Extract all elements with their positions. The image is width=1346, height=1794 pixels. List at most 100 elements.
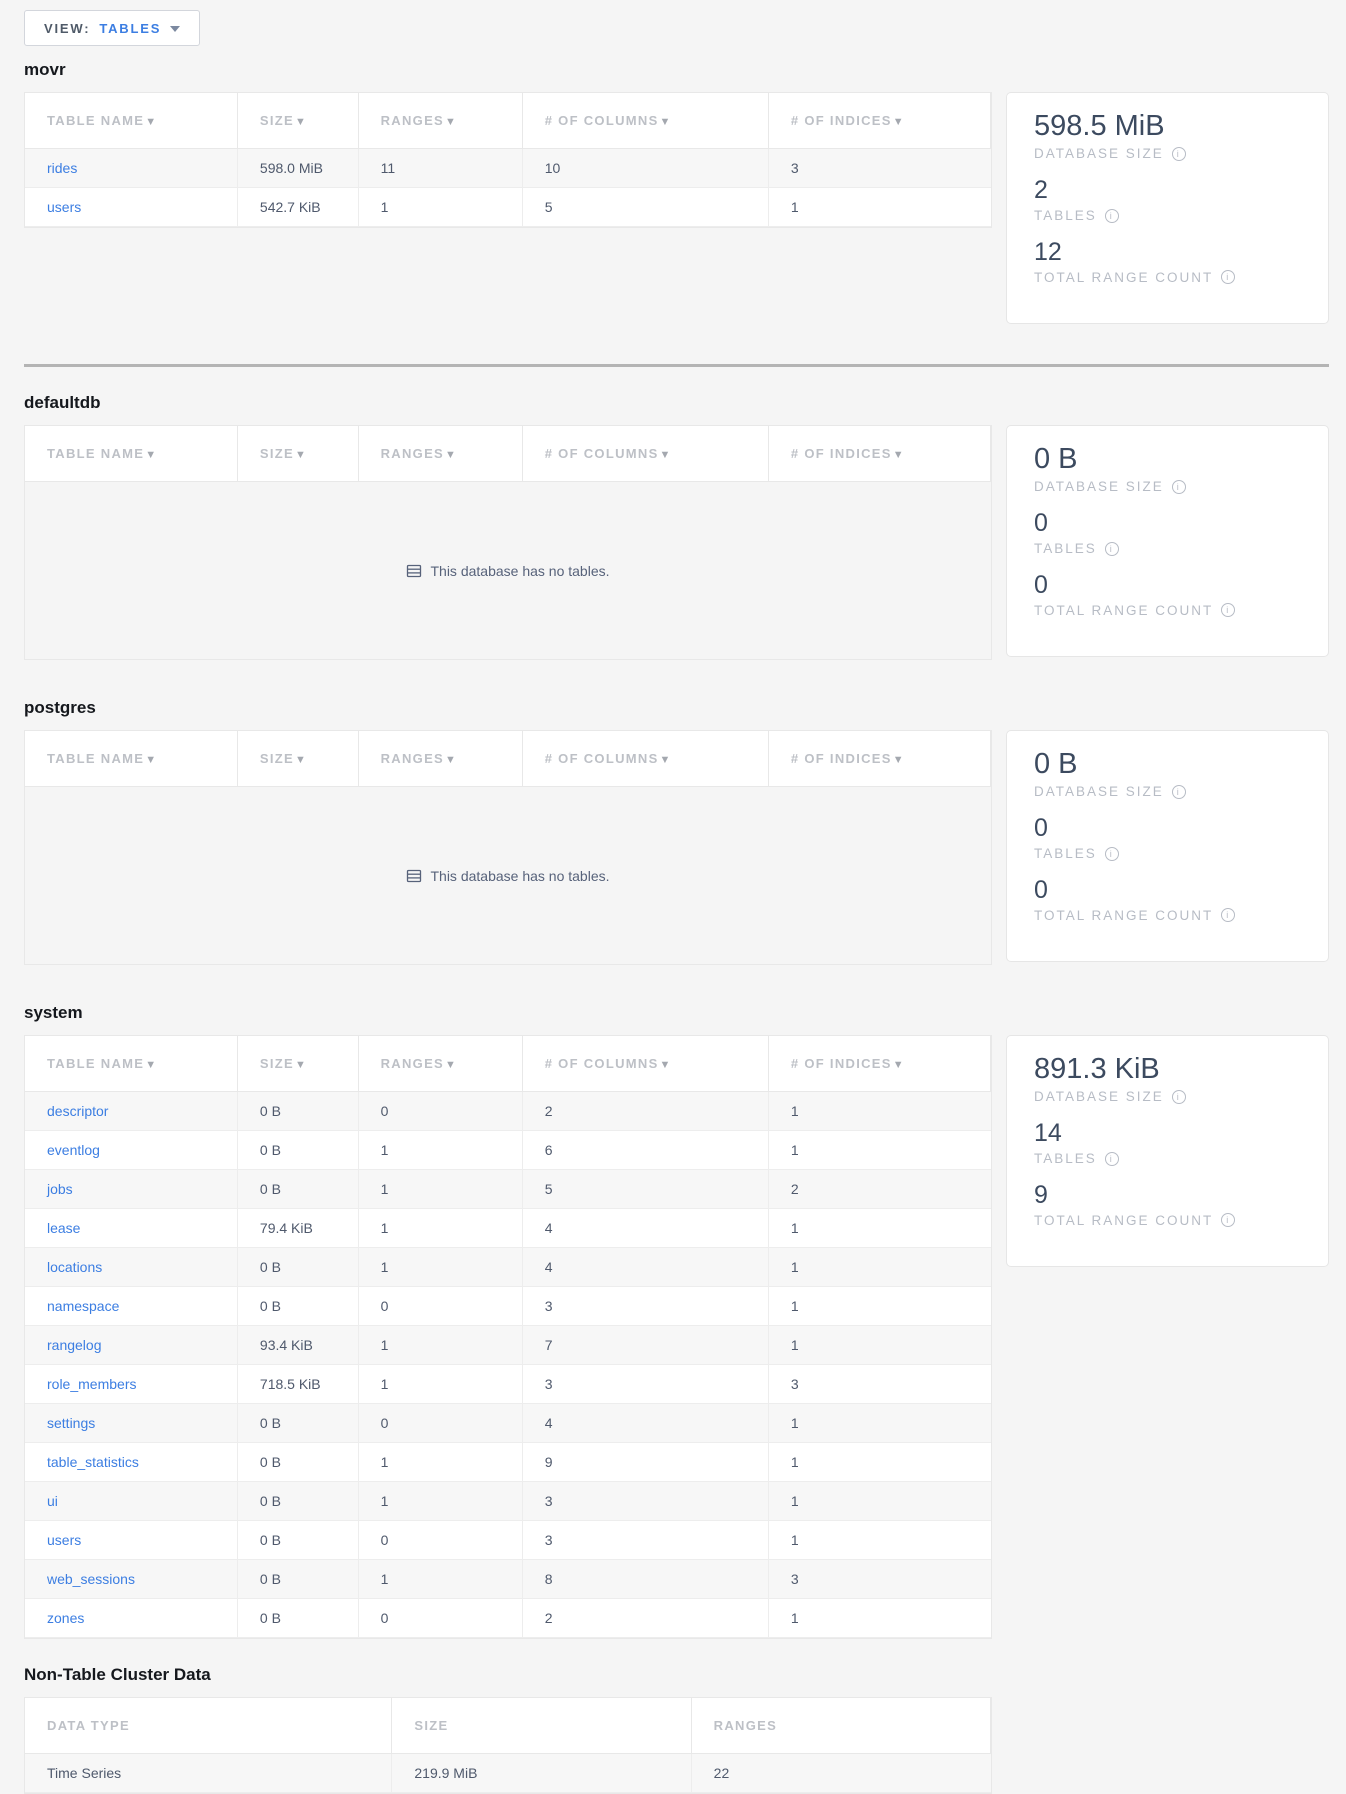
column-header[interactable]: # OF COLUMNS▼ (522, 731, 768, 787)
info-icon[interactable]: i (1221, 908, 1235, 922)
ranges-cell: 1 (358, 1443, 522, 1482)
column-header[interactable]: # OF COLUMNS▼ (522, 93, 768, 149)
table-name-cell: jobs (25, 1170, 237, 1209)
sort-desc-icon: ▼ (445, 116, 457, 128)
table-name-link[interactable]: users (47, 199, 81, 215)
info-icon[interactable]: i (1105, 847, 1119, 861)
table-name-link[interactable]: role_members (47, 1376, 136, 1392)
table-name-link[interactable]: jobs (47, 1181, 73, 1197)
info-icon[interactable]: i (1221, 270, 1235, 284)
stat-label: TOTAL RANGE COUNT (1034, 1213, 1213, 1228)
columns-cell: 5 (522, 188, 768, 227)
size-cell: 542.7 KiB (237, 188, 358, 227)
sort-desc-icon: ▼ (445, 449, 457, 461)
summary-card-defaultdb: 0 B DATABASE SIZEi 0 TABLESi 0 TOTAL RAN… (1006, 425, 1329, 657)
column-header[interactable]: SIZE▼ (237, 1036, 358, 1092)
table-row: web_sessions 0 B 1 8 3 (25, 1560, 991, 1599)
column-header[interactable]: RANGES▼ (358, 93, 522, 149)
ranges-cell: 1 (358, 1248, 522, 1287)
ranges-cell: 22 (691, 1754, 990, 1793)
database-section-system: TABLE NAME▼SIZE▼RANGES▼# OF COLUMNS▼# OF… (24, 1035, 1329, 1639)
info-icon[interactable]: i (1105, 542, 1119, 556)
stat-value: 0 (1034, 509, 1308, 538)
column-header: DATA TYPE (25, 1698, 392, 1754)
sort-desc-icon: ▼ (145, 754, 157, 766)
table-name-link[interactable]: ui (47, 1493, 58, 1509)
table-name-link[interactable]: zones (47, 1610, 84, 1626)
column-header[interactable]: SIZE▼ (237, 731, 358, 787)
info-icon[interactable]: i (1221, 603, 1235, 617)
stat-tables: 0 TABLESi (1034, 509, 1308, 556)
column-header[interactable]: # OF COLUMNS▼ (522, 426, 768, 482)
column-header[interactable]: TABLE NAME▼ (25, 93, 237, 149)
size-cell: 0 B (237, 1131, 358, 1170)
column-header[interactable]: RANGES▼ (358, 1036, 522, 1092)
table-name-cell: web_sessions (25, 1560, 237, 1599)
view-dropdown-value: TABLES (99, 21, 161, 36)
info-icon[interactable]: i (1172, 785, 1186, 799)
sort-desc-icon: ▼ (660, 116, 672, 128)
column-header[interactable]: SIZE▼ (237, 426, 358, 482)
table-name-link[interactable]: rangelog (47, 1337, 102, 1353)
stat-value: 891.3 KiB (1034, 1053, 1308, 1086)
size-cell: 0 B (237, 1482, 358, 1521)
info-icon[interactable]: i (1172, 1090, 1186, 1104)
table-name-cell: rides (25, 149, 237, 188)
database-section-postgres: TABLE NAME▼SIZE▼RANGES▼# OF COLUMNS▼# OF… (24, 730, 1329, 965)
column-header[interactable]: # OF COLUMNS▼ (522, 1036, 768, 1092)
columns-cell: 3 (522, 1482, 768, 1521)
column-header: RANGES (691, 1698, 990, 1754)
table-name-cell: table_statistics (25, 1443, 237, 1482)
info-icon[interactable]: i (1105, 1152, 1119, 1166)
table-row: rides 598.0 MiB 11 10 3 (25, 149, 991, 188)
column-header[interactable]: # OF INDICES▼ (768, 93, 990, 149)
columns-cell: 10 (522, 149, 768, 188)
table-name-link[interactable]: web_sessions (47, 1571, 135, 1587)
sort-desc-icon: ▼ (893, 116, 905, 128)
table-name-link[interactable]: eventlog (47, 1142, 100, 1158)
table-name-link[interactable]: settings (47, 1415, 95, 1431)
sort-desc-icon: ▼ (660, 754, 672, 766)
ranges-cell: 0 (358, 1287, 522, 1326)
columns-cell: 8 (522, 1560, 768, 1599)
table-name-link[interactable]: lease (47, 1220, 80, 1236)
table-name-cell: descriptor (25, 1092, 237, 1131)
info-icon[interactable]: i (1172, 480, 1186, 494)
column-header[interactable]: TABLE NAME▼ (25, 731, 237, 787)
ranges-cell: 0 (358, 1092, 522, 1131)
table-name-link[interactable]: rides (47, 160, 77, 176)
column-header[interactable]: # OF INDICES▼ (768, 1036, 990, 1092)
size-cell: 598.0 MiB (237, 149, 358, 188)
table-header-row: TABLE NAME▼SIZE▼RANGES▼# OF COLUMNS▼# OF… (25, 1036, 991, 1092)
size-cell: 0 B (237, 1560, 358, 1599)
column-header[interactable]: # OF INDICES▼ (768, 731, 990, 787)
column-header[interactable]: # OF INDICES▼ (768, 426, 990, 482)
indices-cell: 2 (768, 1170, 990, 1209)
table-row: eventlog 0 B 1 6 1 (25, 1131, 991, 1170)
empty-state: This database has no tables. (25, 482, 991, 659)
table-name-link[interactable]: descriptor (47, 1103, 108, 1119)
sort-desc-icon: ▼ (445, 754, 457, 766)
view-dropdown[interactable]: VIEW: TABLES (24, 10, 200, 46)
column-header[interactable]: RANGES▼ (358, 426, 522, 482)
table-name-link[interactable]: users (47, 1532, 81, 1548)
column-header[interactable]: TABLE NAME▼ (25, 1036, 237, 1092)
stat-value: 2 (1034, 176, 1308, 205)
info-icon[interactable]: i (1105, 209, 1119, 223)
info-icon[interactable]: i (1221, 1213, 1235, 1227)
section-divider (24, 364, 1329, 367)
column-header[interactable]: TABLE NAME▼ (25, 426, 237, 482)
stat-range-count: 0 TOTAL RANGE COUNTi (1034, 876, 1308, 923)
columns-cell: 3 (522, 1521, 768, 1560)
indices-cell: 1 (768, 1131, 990, 1170)
column-header[interactable]: SIZE▼ (237, 93, 358, 149)
column-header[interactable]: RANGES▼ (358, 731, 522, 787)
info-icon[interactable]: i (1172, 147, 1186, 161)
database-heading-system: system (24, 1003, 1329, 1023)
table-name-link[interactable]: namespace (47, 1298, 119, 1314)
table-name-link[interactable]: locations (47, 1259, 102, 1275)
column-header: SIZE (392, 1698, 691, 1754)
ranges-cell: 0 (358, 1599, 522, 1638)
columns-cell: 2 (522, 1599, 768, 1638)
table-name-link[interactable]: table_statistics (47, 1454, 139, 1470)
